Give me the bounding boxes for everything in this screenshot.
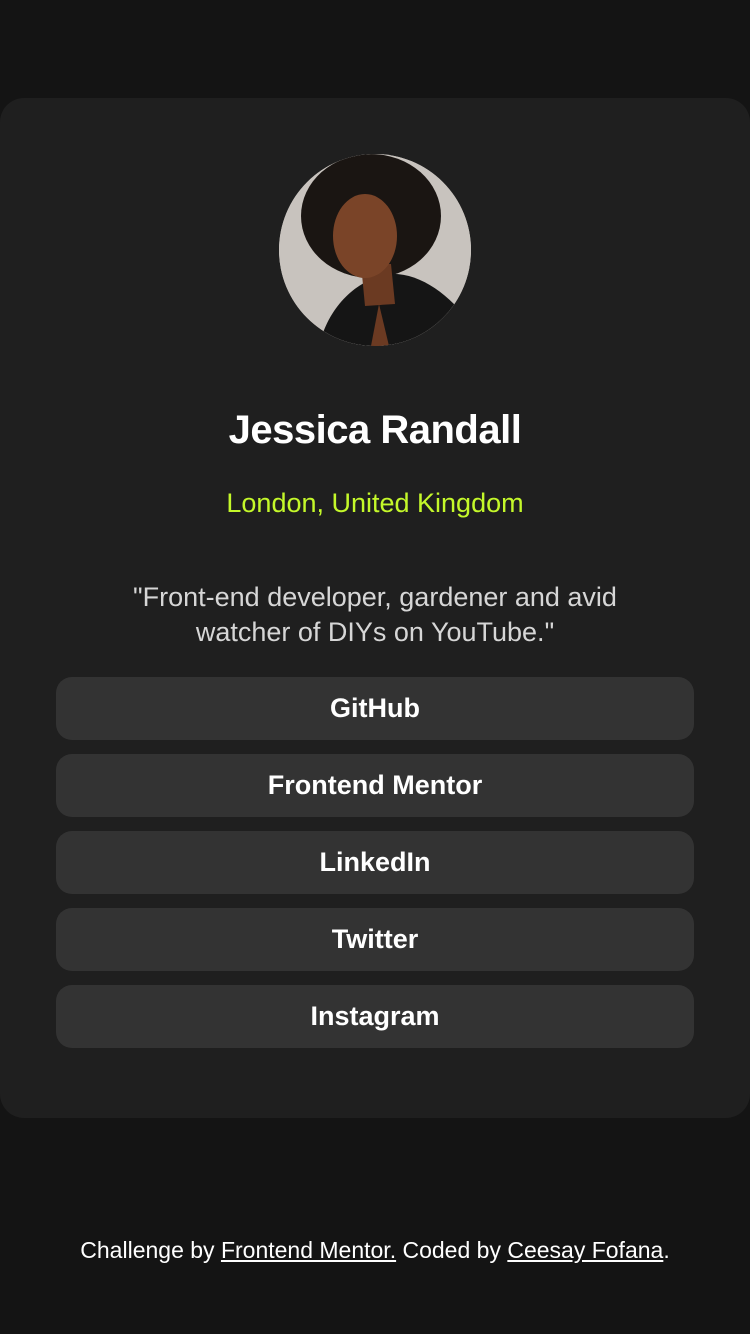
frontend-mentor-footer-link[interactable]: Frontend Mentor.: [221, 1237, 396, 1263]
avatar-photo: [279, 154, 471, 346]
twitter-link-button[interactable]: Twitter: [56, 908, 694, 971]
footer-middle: Coded by: [396, 1237, 508, 1263]
attribution-footer: Challenge by Frontend Mentor. Coded by C…: [0, 1237, 750, 1264]
author-footer-link[interactable]: Ceesay Fofana: [507, 1237, 663, 1263]
profile-location: London, United Kingdom: [226, 488, 524, 518]
instagram-link-button[interactable]: Instagram: [56, 985, 694, 1048]
frontend-mentor-link-button[interactable]: Frontend Mentor: [56, 754, 694, 817]
avatar: [279, 154, 471, 346]
github-link-button[interactable]: GitHub: [56, 677, 694, 740]
profile-card: Jessica Randall London, United Kingdom "…: [0, 98, 750, 1118]
social-links: GitHub Frontend Mentor LinkedIn Twitter …: [56, 677, 694, 1062]
footer-prefix: Challenge by: [80, 1237, 221, 1263]
profile-bio: "Front-end developer, gardener and avid …: [133, 582, 617, 647]
linkedin-link-button[interactable]: LinkedIn: [56, 831, 694, 894]
page: Jessica Randall London, United Kingdom "…: [0, 0, 750, 1334]
profile-name: Jessica Randall: [228, 408, 522, 452]
footer-suffix: .: [663, 1237, 670, 1263]
